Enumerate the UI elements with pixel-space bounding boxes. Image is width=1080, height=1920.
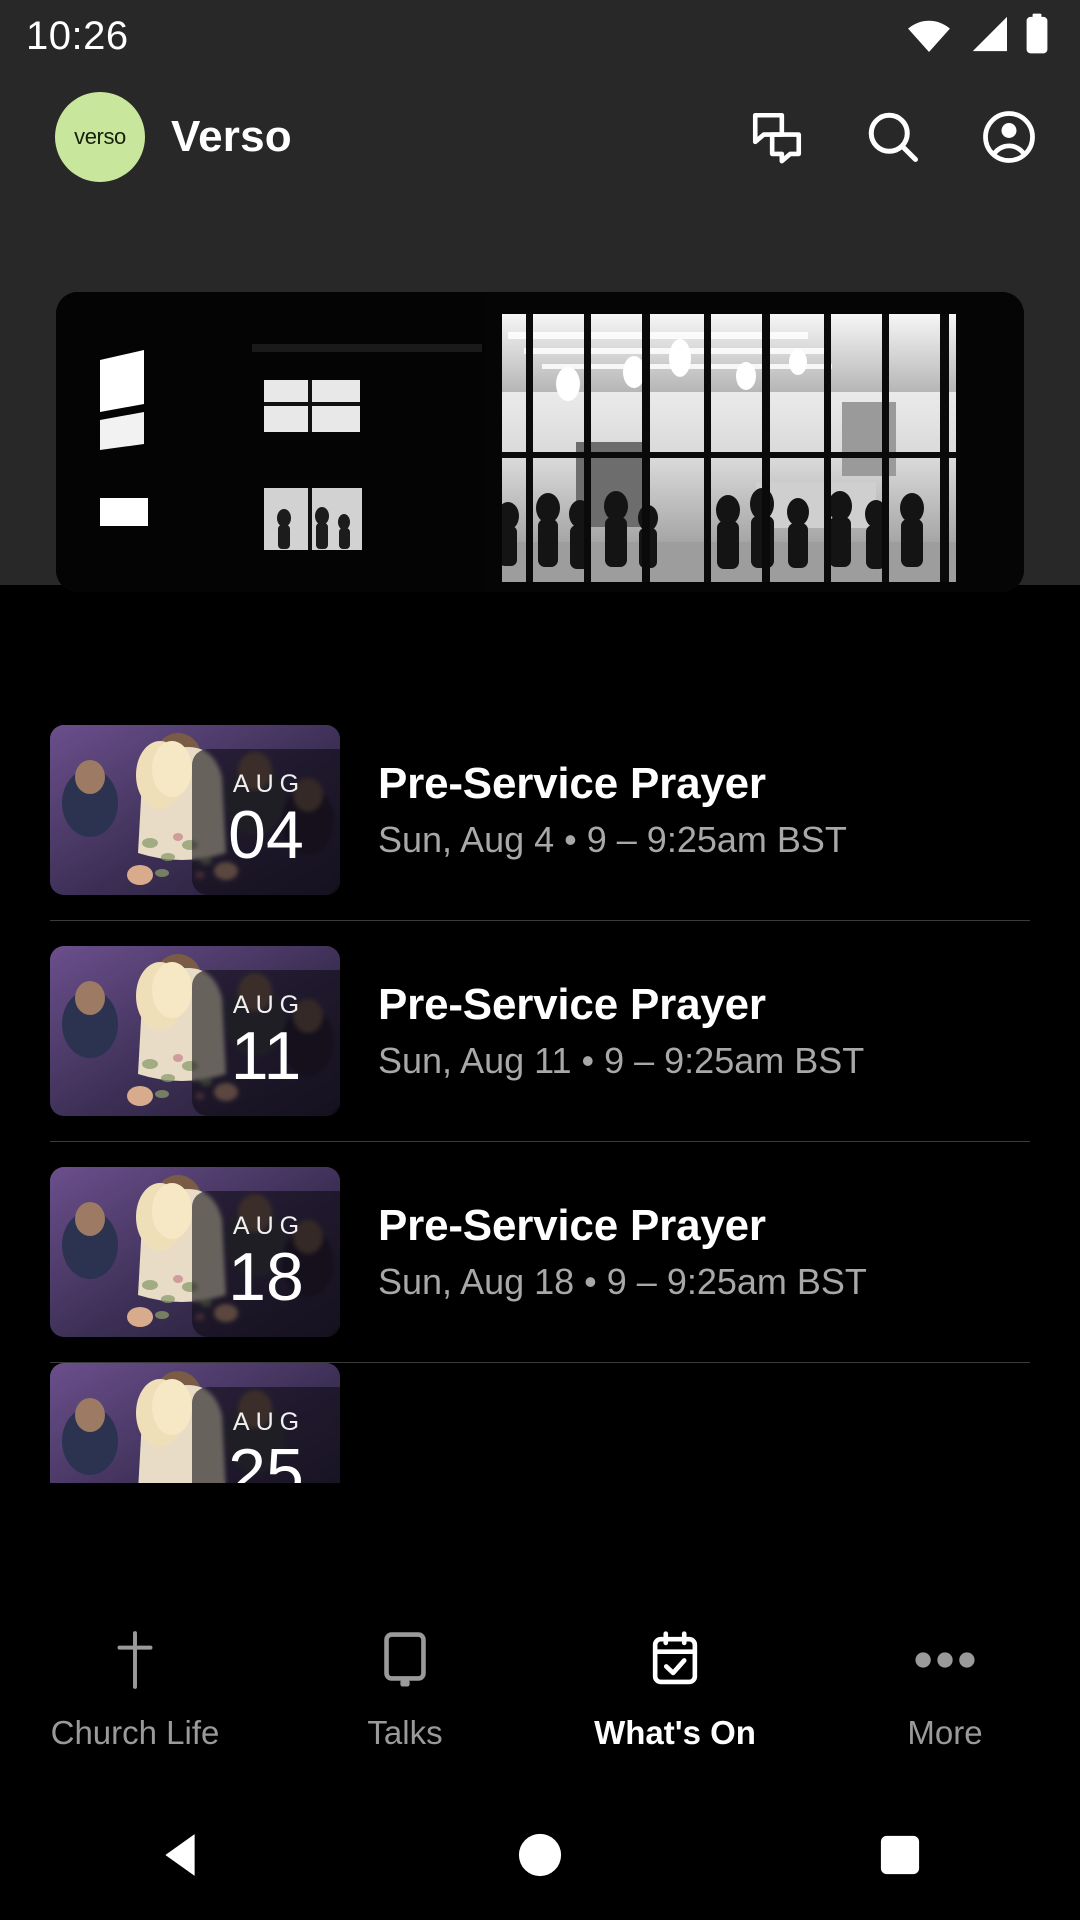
calendar-check-icon <box>647 1628 703 1692</box>
tab-whats-on[interactable]: What's On <box>540 1628 810 1752</box>
tab-label: Talks <box>367 1714 443 1751</box>
event-date-month: AUG <box>232 769 306 798</box>
page-title: Verso <box>171 111 292 161</box>
event-date-badge: AUG 18 <box>192 1191 340 1337</box>
screen-icon <box>377 1628 433 1692</box>
event-thumbnail: AUG 25 <box>50 1363 340 1483</box>
event-meta: Sun, Aug 4 • 9 – 9:25am BST <box>378 819 847 860</box>
status-clock: 10:26 <box>26 13 129 58</box>
event-thumbnail: AUG 11 <box>50 946 340 1116</box>
event-title: Pre-Service Prayer <box>378 1201 766 1250</box>
tab-more[interactable]: More <box>810 1628 1080 1752</box>
battery-icon <box>1024 13 1050 60</box>
tab-church-life[interactable]: Church Life <box>0 1628 270 1752</box>
brand[interactable]: verso Verso <box>55 91 292 182</box>
event-info: Pre-Service Prayer Sun, Aug 4 • 9 – 9:25… <box>378 759 847 861</box>
wifi-icon <box>906 15 952 58</box>
event-info: Pre-Service Prayer Sun, Aug 11 • 9 – 9:2… <box>378 980 864 1082</box>
event-date-month: AUG <box>232 990 306 1019</box>
cross-icon <box>110 1628 160 1692</box>
event-date-badge: AUG 25 <box>192 1387 340 1483</box>
event-meta: Sun, Aug 11 • 9 – 9:25am BST <box>378 1040 865 1081</box>
tab-talks[interactable]: Talks <box>270 1628 540 1752</box>
brand-logo: verso <box>55 91 145 182</box>
event-title: Pre-Service Prayer <box>378 980 766 1029</box>
event-date-month: AUG <box>232 1407 306 1436</box>
back-button[interactable] <box>120 1795 240 1915</box>
tab-label: Church Life <box>50 1714 220 1751</box>
event-date-day: 18 <box>228 1238 304 1315</box>
tab-label: What's On <box>594 1714 756 1751</box>
ellipsis-icon <box>914 1628 976 1692</box>
event-info: Pre-Service Prayer Sun, Aug 18 • 9 – 9:2… <box>378 1201 867 1303</box>
status-bar: 10:26 <box>0 0 1080 72</box>
hero-image[interactable] <box>56 292 1024 592</box>
messages-icon[interactable] <box>746 106 808 168</box>
event-thumbnail: AUG 04 <box>50 725 340 895</box>
event-list-item[interactable]: AUG 11 Pre-Service Prayer Sun, Aug 11 • … <box>0 921 1080 1141</box>
app-bar-actions <box>746 106 1040 168</box>
hero-illustration <box>56 292 1024 592</box>
cellular-signal-icon <box>966 15 1010 58</box>
search-icon[interactable] <box>862 106 924 168</box>
home-button[interactable] <box>480 1795 600 1915</box>
event-list-item[interactable]: AUG 18 Pre-Service Prayer Sun, Aug 18 • … <box>0 1142 1080 1362</box>
event-date-day: 04 <box>228 796 304 873</box>
event-date-month: AUG <box>232 1211 306 1240</box>
status-icons <box>906 13 1050 60</box>
event-thumbnail: AUG 18 <box>50 1167 340 1337</box>
brand-logo-text: verso <box>74 123 126 149</box>
tab-label: More <box>907 1714 983 1751</box>
account-icon[interactable] <box>978 106 1040 168</box>
system-navigation-bar <box>0 1790 1080 1920</box>
event-date-badge: AUG 04 <box>192 749 340 895</box>
recents-button[interactable] <box>840 1795 960 1915</box>
event-date-day: 25 <box>228 1434 304 1483</box>
app-screen: 10:26 verso Verso AUG 04 Pre-Service Pra… <box>0 0 1080 1920</box>
event-title: Pre-Service Prayer <box>378 759 766 808</box>
event-date-day: 11 <box>230 1017 302 1094</box>
app-bar: verso Verso <box>0 84 1080 189</box>
event-list-item[interactable]: AUG 04 Pre-Service Prayer Sun, Aug 4 • 9… <box>0 700 1080 920</box>
event-list-item[interactable]: AUG 25 <box>0 1363 1080 1483</box>
event-list: AUG 04 Pre-Service Prayer Sun, Aug 4 • 9… <box>0 700 1080 1483</box>
bottom-tab-bar: Church Life Talks What's On More <box>0 1590 1080 1790</box>
event-meta: Sun, Aug 18 • 9 – 9:25am BST <box>378 1261 867 1302</box>
event-date-badge: AUG 11 <box>192 970 340 1116</box>
